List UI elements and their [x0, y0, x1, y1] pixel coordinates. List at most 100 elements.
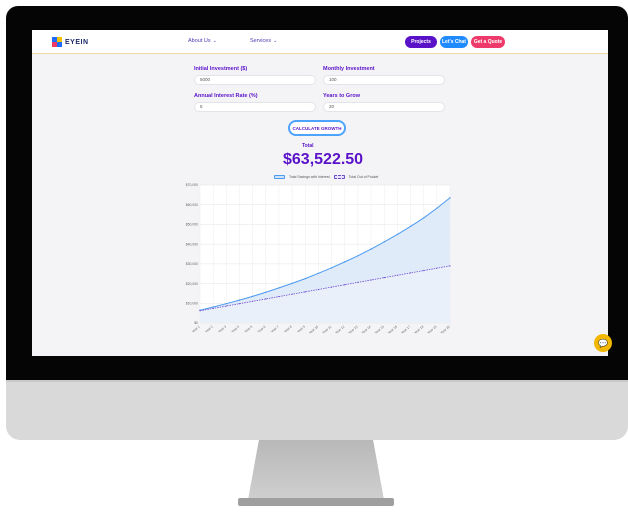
x-tick-label: Year 19: [427, 325, 438, 335]
y-tick-label: $60,000: [186, 203, 198, 207]
y-tick-label: $10,000: [186, 301, 198, 305]
data-point-total: [317, 272, 320, 275]
x-tick-label: Year 20: [440, 325, 451, 335]
data-point-pocket: [199, 310, 201, 312]
years-to-grow-field: Years to Grow 20: [323, 93, 445, 112]
total-label: Total: [302, 143, 314, 149]
data-point-total: [436, 207, 438, 209]
data-point-pocket: [212, 307, 214, 310]
x-tick-label: Year 11: [321, 325, 332, 335]
data-point-total: [344, 261, 346, 263]
chevron-down-icon: ⌄: [212, 38, 217, 44]
initial-investment-input[interactable]: 5000: [194, 75, 316, 85]
x-tick-label: Year 13: [348, 325, 359, 335]
monthly-investment-input[interactable]: 100: [323, 75, 445, 85]
data-point-total: [449, 197, 451, 199]
chat-bubble-icon[interactable]: 💬: [594, 334, 612, 352]
y-tick-label: $50,000: [186, 223, 198, 227]
calculate-growth-button[interactable]: CALCULATE GROWTH: [288, 120, 346, 136]
x-tick-label: Year 7: [270, 325, 280, 334]
data-point-pocket: [370, 279, 372, 281]
x-tick-label: Year 2: [204, 325, 214, 334]
chevron-down-icon: ⌄: [273, 38, 278, 44]
data-point-pocket: [265, 298, 267, 300]
growth-line-chart: $0$10,000$20,000$30,000$40,000$50,000$60…: [186, 183, 451, 335]
data-point-total: [238, 299, 241, 301]
data-point-pocket: [225, 305, 227, 307]
x-tick-label: Year 8: [283, 325, 293, 334]
nav-about-us[interactable]: About Us ⌄: [188, 38, 217, 44]
data-point-pocket: [291, 293, 293, 295]
x-tick-label: Year 14: [361, 325, 372, 335]
interest-rate-field: Annual Interest Rate (%) 5: [194, 93, 316, 112]
interest-rate-input[interactable]: 5: [194, 102, 316, 112]
legend-label-total: Total Savings with Interest: [289, 175, 330, 179]
initial-investment-label: Initial Investment ($): [194, 66, 248, 72]
initial-investment-field: Initial Investment ($) 5000: [194, 66, 316, 85]
data-point-total: [251, 295, 254, 298]
monthly-investment-label: Monthly Investment: [323, 66, 375, 72]
data-point-total: [422, 217, 425, 219]
data-point-pocket: [423, 269, 425, 272]
y-tick-label: $20,000: [186, 282, 198, 286]
x-tick-label: Year 5: [244, 325, 254, 334]
lets-chat-button[interactable]: Let's Chat: [440, 36, 468, 48]
get-a-quote-button[interactable]: Get a Quote: [471, 36, 505, 48]
x-tick-label: Year 18: [413, 325, 424, 335]
years-to-grow-input[interactable]: 20: [323, 102, 445, 112]
x-tick-label: Year 3: [217, 325, 227, 334]
monitor-chin: [6, 382, 628, 440]
data-point-total: [370, 248, 372, 250]
data-point-total: [265, 291, 267, 293]
total-value: $63,522.50: [283, 151, 364, 168]
legend-swatch-pocket[interactable]: [333, 175, 345, 179]
nav-about-us-label: About Us: [188, 38, 211, 44]
x-tick-label: Year 16: [387, 325, 398, 335]
data-point-total: [278, 287, 280, 289]
x-tick-label: Year 1: [191, 325, 201, 334]
x-tick-label: Year 17: [400, 325, 411, 335]
data-point-pocket: [344, 284, 346, 286]
data-point-pocket: [409, 272, 412, 274]
legend-swatch-total[interactable]: [274, 175, 285, 179]
projects-button[interactable]: Projects: [405, 36, 437, 48]
data-point-pocket: [436, 267, 438, 269]
data-point-total: [396, 233, 399, 236]
nav-services[interactable]: Services ⌄: [250, 38, 277, 44]
data-point-pocket: [396, 274, 398, 276]
years-to-grow-label: Years to Grow: [323, 93, 360, 99]
y-tick-label: $70,000: [186, 183, 198, 187]
data-point-pocket: [278, 295, 280, 298]
interest-rate-label: Annual Interest Rate (%): [194, 93, 258, 99]
data-point-pocket: [317, 288, 320, 291]
data-point-total: [330, 267, 333, 269]
data-point-total: [225, 302, 228, 305]
data-point-pocket: [330, 286, 333, 288]
site-header: EYEIN About Us ⌄ Services ⌄ Projects Let…: [32, 30, 608, 54]
monitor-mockup: EYEIN About Us ⌄ Services ⌄ Projects Let…: [0, 0, 628, 512]
data-point-total: [304, 277, 306, 280]
legend-label-pocket: Total Out of Pocket: [348, 175, 379, 179]
logo-icon: [52, 37, 62, 47]
data-point-pocket: [252, 300, 254, 302]
data-point-pocket: [383, 277, 385, 279]
data-point-total: [212, 306, 214, 308]
monitor-stand-neck: [248, 440, 384, 500]
data-point-total: [291, 282, 293, 285]
data-point-pocket: [449, 265, 451, 267]
data-point-total: [357, 255, 359, 257]
x-tick-label: Year 10: [308, 325, 319, 335]
data-point-pocket: [238, 303, 241, 305]
data-point-total: [383, 241, 385, 243]
x-tick-label: Year 12: [334, 325, 345, 335]
monitor-stand-foot: [238, 498, 394, 506]
chart-legend: Total Savings with Interest Total Out of…: [274, 175, 378, 179]
y-tick-label: $40,000: [186, 242, 198, 246]
data-point-pocket: [304, 291, 306, 293]
data-point-total: [409, 225, 412, 228]
nav-services-label: Services: [250, 38, 272, 44]
monthly-investment-field: Monthly Investment 100: [323, 66, 445, 85]
x-tick-label: Year 15: [374, 325, 385, 335]
data-point-pocket: [357, 281, 359, 283]
site-logo[interactable]: EYEIN: [52, 37, 89, 47]
